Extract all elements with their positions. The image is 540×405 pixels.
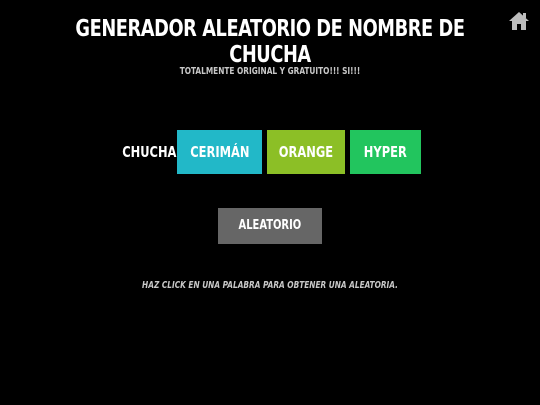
random-button-label: ALEATORIO bbox=[238, 218, 302, 233]
word-label-3: HYPER bbox=[363, 143, 407, 161]
word-button-3[interactable]: HYPER bbox=[350, 130, 421, 174]
home-icon[interactable] bbox=[508, 10, 530, 32]
instruction-text: HAZ CLICK EN UNA PALABRA PARA OBTENER UN… bbox=[142, 280, 398, 291]
page-title: GENERADOR ALEATORIO DE NOMBRE DE CHUCHA bbox=[75, 16, 465, 68]
name-row: CHUCHA CERIMÁN ORANGE HYPER bbox=[0, 130, 540, 174]
word-button-2[interactable]: ORANGE bbox=[267, 130, 345, 174]
random-button[interactable]: ALEATORIO bbox=[218, 208, 322, 244]
page-subtitle: TOTALMENTE ORIGINAL Y GRATUITO!!! SI!!! bbox=[179, 66, 361, 77]
name-prefix: CHUCHA bbox=[122, 143, 177, 161]
word-label-1: CERIMÁN bbox=[189, 143, 250, 161]
word-label-2: ORANGE bbox=[278, 143, 334, 161]
word-button-1[interactable]: CERIMÁN bbox=[177, 130, 262, 174]
